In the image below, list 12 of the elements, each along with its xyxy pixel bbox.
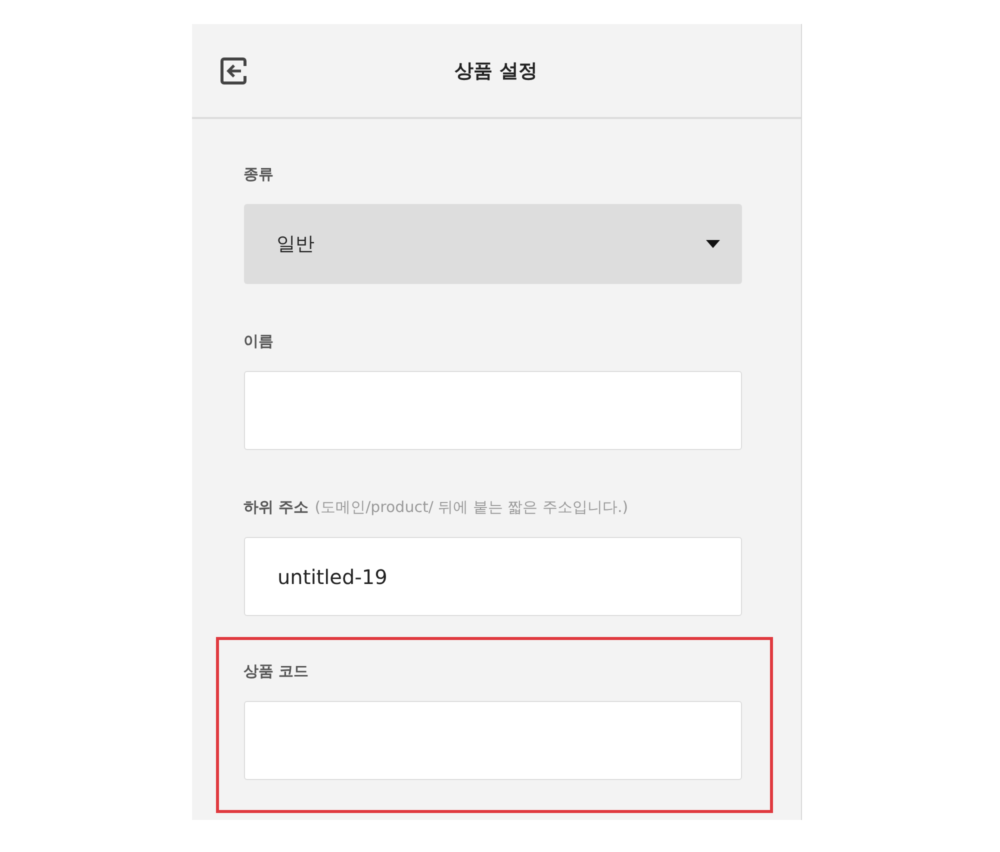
- field-label: 종류: [244, 164, 274, 184]
- field-label: 하위 주소: [244, 497, 309, 517]
- input-field[interactable]: untitled-19: [244, 537, 742, 616]
- back-icon[interactable]: [220, 57, 248, 85]
- field-label: 이름: [244, 331, 274, 351]
- page-title: 상품 설정: [454, 58, 538, 84]
- input-field[interactable]: [244, 701, 742, 780]
- type-dropdown[interactable]: 일반: [244, 204, 742, 284]
- field-hint: (도메인/product/ 뒤에 붙는 짧은 주소입니다.): [314, 497, 628, 517]
- field-label: 상품 코드: [244, 661, 309, 681]
- caret-icon: [706, 240, 720, 248]
- input-field[interactable]: [244, 371, 742, 450]
